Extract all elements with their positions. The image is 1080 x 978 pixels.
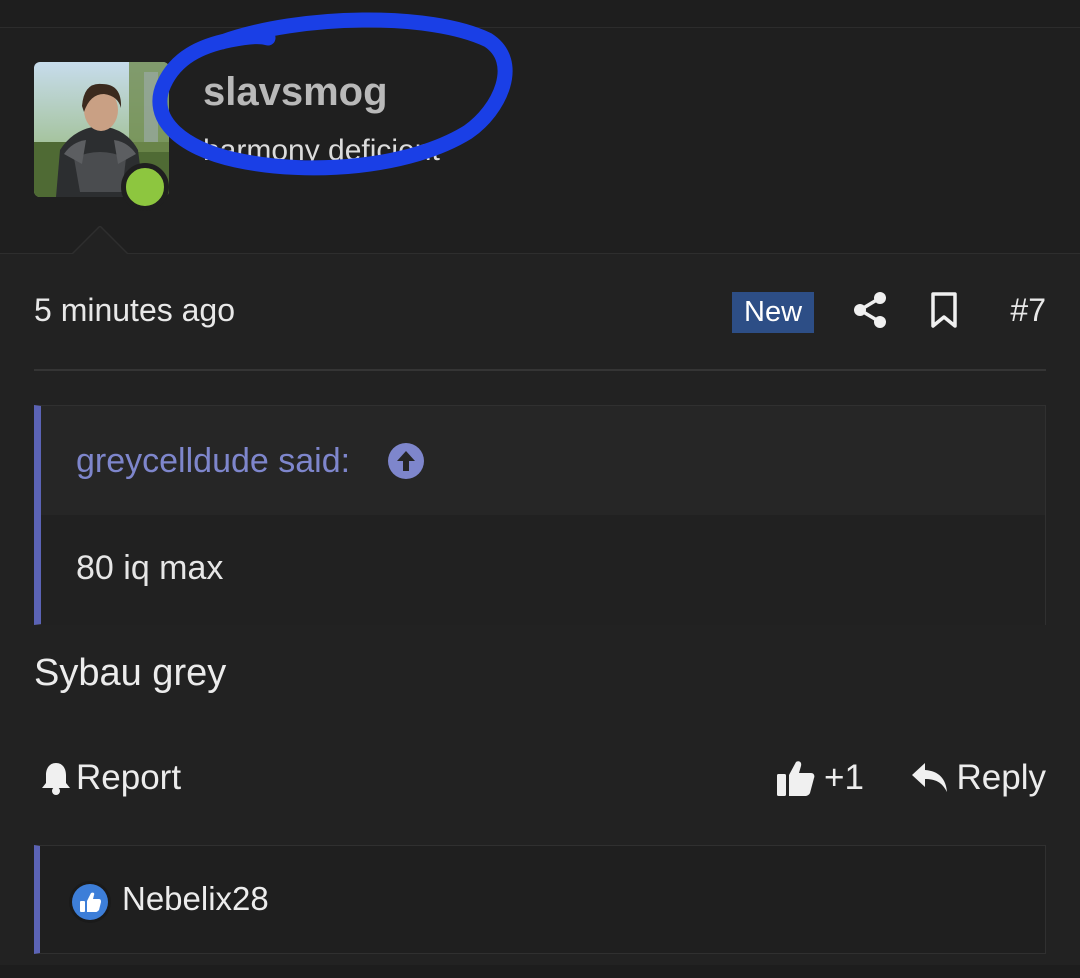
post-body-text: Sybau grey <box>34 652 227 694</box>
meta-divider <box>34 369 1046 371</box>
username[interactable]: slavsmog <box>203 70 388 115</box>
quote-header: greycelldude said: <box>41 406 1045 515</box>
quote-body: 80 iq max <box>41 515 1045 625</box>
quote-text: 80 iq max <box>76 549 224 587</box>
post-number-link[interactable]: #7 <box>1010 292 1046 329</box>
report-label: Report <box>76 758 182 797</box>
user-title: harmony deficient <box>203 134 440 164</box>
thumbs-up-icon <box>777 761 815 796</box>
quote-author[interactable]: greycelldude said: <box>76 442 350 481</box>
reactions-bar: Nebelix28 <box>34 845 1046 954</box>
post-actions: Report +1 Reply <box>34 750 1046 804</box>
quote-block: greycelldude said: 80 iq max <box>34 405 1046 625</box>
like-button[interactable]: +1 <box>776 754 864 802</box>
reply-label: Reply <box>956 758 1046 797</box>
top-strip <box>0 0 1080 28</box>
bell-icon <box>42 763 70 795</box>
new-badge: New <box>732 292 815 333</box>
header-caret <box>72 226 128 254</box>
report-button[interactable]: Report <box>40 754 181 802</box>
like-count: +1 <box>824 758 864 797</box>
bottom-strip <box>0 965 1080 978</box>
like-reaction-icon <box>69 881 111 923</box>
reply-button[interactable]: Reply <box>911 754 1046 802</box>
online-status-indicator <box>121 163 169 211</box>
post-meta-row: 5 minutes ago New #7 <box>34 284 1046 338</box>
arrow-up-circle-icon[interactable] <box>388 443 424 479</box>
share-icon[interactable] <box>853 292 887 328</box>
reply-arrow-icon <box>911 763 947 792</box>
post-timestamp[interactable]: 5 minutes ago <box>34 292 235 329</box>
bookmark-icon[interactable] <box>930 292 958 328</box>
reaction-user-link[interactable]: Nebelix28 <box>122 880 269 918</box>
